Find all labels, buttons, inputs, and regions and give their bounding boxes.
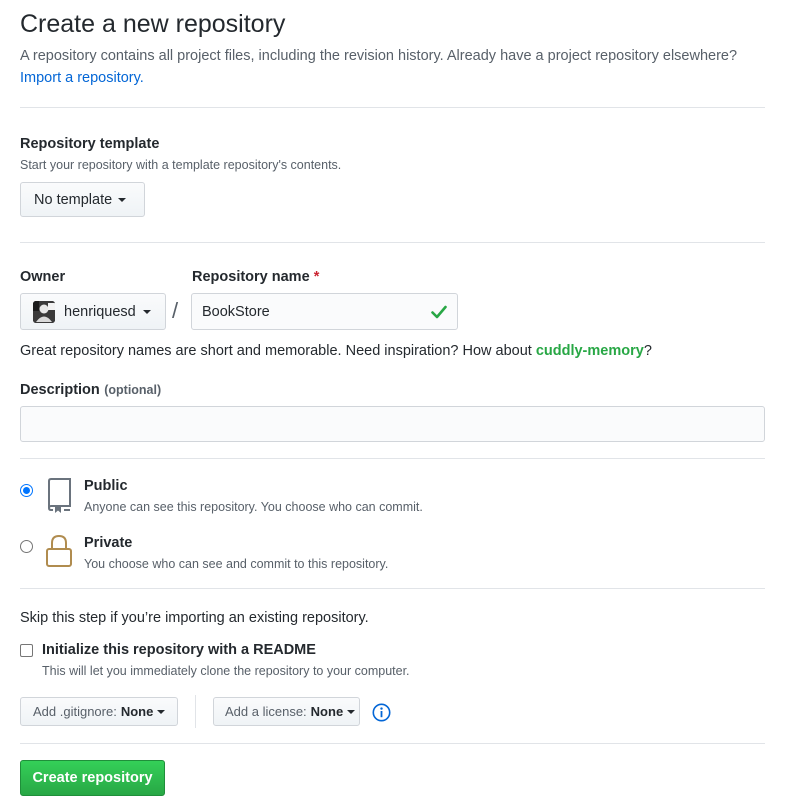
import-repository-link[interactable]: Import a repository. (20, 70, 144, 86)
gitignore-dropdown-button[interactable]: Add .gitignore: None (20, 697, 178, 726)
skip-step-text: Skip this step if you’re importing an ex… (20, 610, 369, 626)
divider (20, 588, 765, 589)
public-description: Anyone can see this repository. You choo… (84, 500, 423, 514)
private-radio[interactable] (20, 540, 33, 553)
caret-down-icon (157, 709, 166, 714)
page-lead: A repository contains all project files,… (20, 48, 738, 64)
divider (20, 743, 765, 744)
owner-label: Owner (20, 269, 66, 285)
required-mark: * (313, 269, 320, 285)
suggested-name[interactable]: cuddly-memory (536, 343, 644, 359)
license-value: None (310, 704, 344, 719)
readme-checkbox[interactable] (20, 644, 33, 657)
gitignore-value: None (120, 704, 154, 719)
caret-down-icon (118, 197, 127, 202)
repo-name-suggestion: Great repository names are short and mem… (20, 343, 652, 359)
caret-down-icon (347, 709, 356, 714)
owner-repo-separator: / (172, 298, 179, 323)
template-label: Repository template (20, 136, 160, 152)
page-title: Create a new repository (20, 10, 286, 38)
divider (20, 242, 765, 243)
public-radio[interactable] (20, 484, 33, 497)
divider (20, 458, 765, 459)
repo-name-value: BookStore (202, 303, 270, 320)
owner-dropdown-button[interactable]: henriquesd (20, 293, 166, 330)
divider (20, 107, 765, 108)
caret-down-icon (142, 309, 151, 314)
check-icon (431, 305, 447, 318)
private-description: You choose who can see and commit to thi… (84, 557, 389, 571)
description-label: Description (optional) (20, 381, 161, 399)
repo-name-label: Repository name * (192, 269, 319, 285)
create-repository-button[interactable]: Create repository (20, 760, 165, 796)
template-note: Start your repository with a template re… (20, 158, 342, 172)
license-prefix: Add a license: (225, 704, 307, 719)
template-button-label: No template (34, 191, 113, 208)
avatar (33, 300, 55, 323)
private-title: Private (84, 535, 133, 551)
description-input[interactable] (20, 406, 765, 442)
owner-value: henriquesd (64, 303, 136, 320)
avatar-image (33, 300, 55, 323)
suggestion-prefix: Great repository names are short and mem… (20, 343, 532, 359)
repo-icon (47, 478, 71, 513)
public-title: Public (84, 478, 128, 494)
suggestion-suffix: ? (643, 343, 652, 359)
repo-name-input[interactable]: BookStore (191, 293, 458, 330)
gitignore-prefix: Add .gitignore: (33, 704, 117, 719)
template-dropdown-button[interactable]: No template (20, 182, 145, 217)
vertical-divider (195, 695, 196, 728)
license-dropdown-button[interactable]: Add a license: None (213, 697, 360, 726)
description-optional: (optional) (104, 383, 162, 397)
lock-icon (46, 534, 72, 567)
readme-note: This will let you immediately clone the … (42, 664, 410, 678)
readme-label[interactable]: Initialize this repository with a README (42, 642, 316, 658)
info-icon[interactable] (372, 703, 391, 722)
repo-name-label-text: Repository name (192, 269, 310, 285)
description-label-text: Description (20, 382, 100, 398)
